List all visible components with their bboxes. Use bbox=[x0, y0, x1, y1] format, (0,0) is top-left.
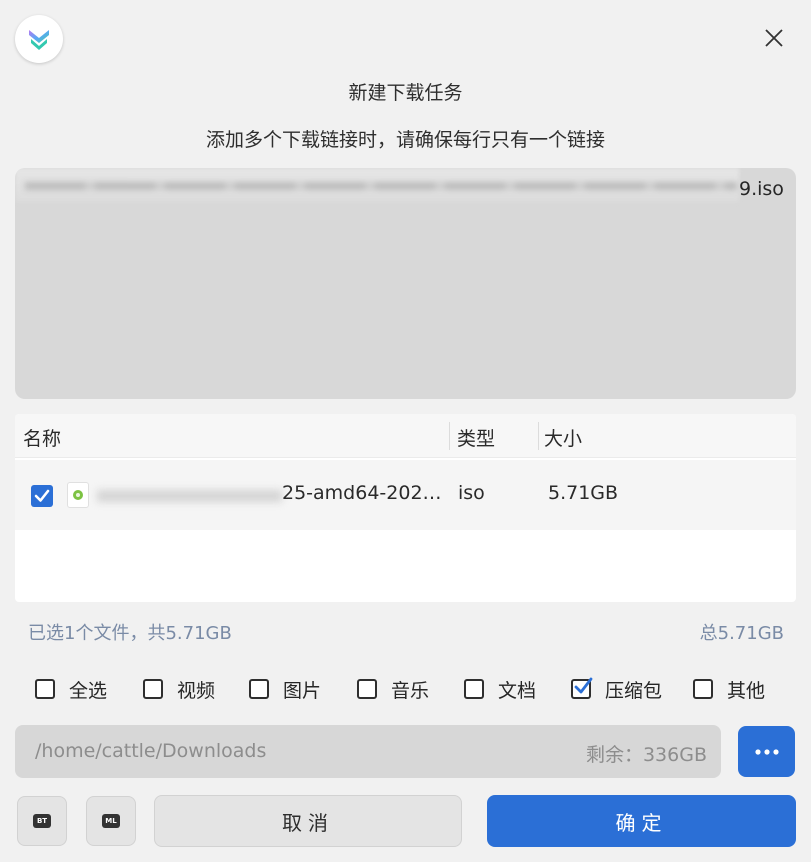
app-logo bbox=[15, 15, 63, 63]
bt-icon: BT bbox=[33, 814, 51, 828]
file-type: iso bbox=[458, 482, 485, 504]
save-path-value: /home/cattle/Downloads bbox=[35, 740, 267, 762]
download-logo-icon bbox=[29, 30, 49, 50]
filter-label: 视频 bbox=[177, 679, 216, 702]
filter-video[interactable]: 视频 bbox=[143, 675, 215, 703]
cancel-button[interactable]: 取消 bbox=[154, 795, 462, 847]
save-path-input[interactable]: /home/cattle/Downloads 剩余：336GB bbox=[15, 725, 721, 778]
url-textarea[interactable]: 9.iso bbox=[15, 168, 796, 399]
total-size: 总5.71GB bbox=[699, 623, 784, 644]
header-name[interactable]: 名称 bbox=[23, 424, 61, 451]
filter-label: 音乐 bbox=[391, 679, 430, 702]
url-text-tail: 9.iso bbox=[739, 178, 784, 200]
filter-archive[interactable]: 压缩包 bbox=[571, 675, 662, 703]
filter-other[interactable]: 其他 bbox=[693, 675, 765, 703]
ml-icon: ML bbox=[102, 814, 120, 828]
check-icon bbox=[574, 677, 593, 694]
table-row[interactable]: 25-amd64-202… iso 5.71GB bbox=[15, 460, 796, 530]
file-table: 名称 类型 大小 25-amd64-202… iso 5.71GB bbox=[15, 414, 796, 602]
filter-image[interactable]: 图片 bbox=[249, 675, 321, 703]
confirm-button[interactable]: 确定 bbox=[487, 795, 796, 847]
filter-label: 图片 bbox=[283, 679, 322, 702]
iso-file-icon bbox=[67, 482, 89, 508]
filter-document[interactable]: 文档 bbox=[464, 675, 536, 703]
metalink-button[interactable]: ML bbox=[86, 796, 136, 846]
file-name-redacted bbox=[97, 490, 282, 502]
header-divider bbox=[538, 422, 539, 450]
filter-checkbox[interactable] bbox=[693, 679, 713, 699]
free-space: 剩余：336GB bbox=[585, 744, 707, 766]
filter-select-all[interactable]: 全选 bbox=[35, 675, 107, 703]
browse-folder-button[interactable] bbox=[738, 726, 795, 777]
row-checkbox[interactable] bbox=[31, 485, 53, 507]
filter-label: 文档 bbox=[498, 679, 537, 702]
filter-checkbox-checked[interactable] bbox=[571, 677, 593, 699]
bt-torrent-button[interactable]: BT bbox=[17, 796, 67, 846]
filter-checkbox[interactable] bbox=[143, 679, 163, 699]
url-redacted-text bbox=[25, 182, 737, 190]
filter-checkbox[interactable] bbox=[357, 679, 377, 699]
file-name: 25-amd64-202… bbox=[282, 482, 442, 504]
selection-summary: 已选1个文件，共5.71GB bbox=[28, 623, 232, 644]
filter-music[interactable]: 音乐 bbox=[357, 675, 429, 703]
dialog-subtitle: 添加多个下载链接时，请确保每行只有一个链接 bbox=[205, 129, 605, 151]
filter-label: 其他 bbox=[727, 679, 766, 702]
close-icon bbox=[765, 29, 783, 47]
filter-checkbox[interactable] bbox=[464, 679, 484, 699]
filter-checkbox[interactable] bbox=[249, 679, 269, 699]
header-type[interactable]: 类型 bbox=[457, 424, 495, 451]
table-header: 名称 类型 大小 bbox=[15, 414, 796, 458]
check-icon bbox=[34, 489, 50, 502]
filter-checkbox[interactable] bbox=[35, 679, 55, 699]
more-dots-icon bbox=[754, 748, 779, 755]
header-divider bbox=[449, 422, 450, 450]
filter-label: 压缩包 bbox=[605, 679, 663, 702]
filter-label: 全选 bbox=[69, 679, 108, 702]
header-size[interactable]: 大小 bbox=[544, 424, 582, 451]
close-button[interactable] bbox=[752, 18, 796, 58]
dialog-title: 新建下载任务 bbox=[348, 82, 463, 104]
file-size: 5.71GB bbox=[548, 482, 619, 504]
